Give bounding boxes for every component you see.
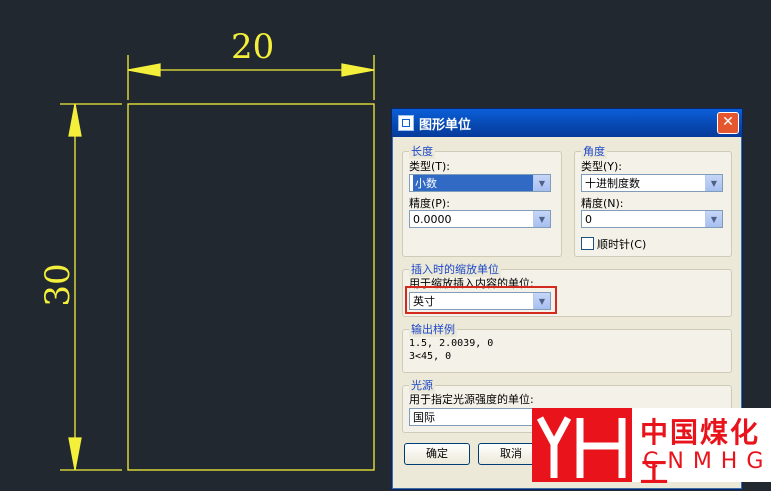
watermark-logo xyxy=(532,408,632,482)
sample-line-1: 1.5, 2.0039, 0 xyxy=(409,338,494,349)
angle-precision-select[interactable]: 0 ▼ xyxy=(581,210,723,228)
angle-type-select[interactable]: 十进制度数 ▼ xyxy=(581,174,723,192)
angle-precision-value: 0 xyxy=(585,212,592,226)
arrow-left xyxy=(127,63,161,77)
length-precision-label: 精度(P): xyxy=(409,197,450,210)
arrow-down xyxy=(68,437,82,471)
clockwise-label[interactable]: 顺时针(C) xyxy=(597,236,646,252)
angle-type-label: 类型(Y): xyxy=(581,160,623,173)
close-button[interactable]: ✕ xyxy=(717,112,739,134)
length-type-value: 小数 xyxy=(413,175,533,191)
length-precision-select[interactable]: 0.0000 ▼ xyxy=(409,210,551,228)
dialog-title: 图形单位 xyxy=(419,117,472,133)
chevron-down-icon[interactable]: ▼ xyxy=(533,211,550,227)
length-precision-value: 0.0000 xyxy=(413,212,452,226)
angle-group: 角度 类型(Y): 十进制度数 ▼ 精度(N): 0 ▼ 顺时针(C) xyxy=(574,143,732,257)
lighting-select[interactable]: 国际 ▼ xyxy=(409,408,551,426)
sample-line-2: 3<45, 0 xyxy=(409,351,452,362)
angle-type-value: 十进制度数 xyxy=(585,177,640,190)
length-type-label: 类型(T): xyxy=(409,160,451,173)
chevron-down-icon[interactable]: ▼ xyxy=(705,211,722,227)
length-type-select[interactable]: 小数 ▼ xyxy=(409,174,551,192)
app-icon xyxy=(398,115,414,131)
dialog-titlebar[interactable]: 图形单位 ✕ xyxy=(392,109,742,137)
highlight-box xyxy=(405,286,557,314)
arrow-up xyxy=(68,103,82,137)
length-legend: 长度 xyxy=(409,143,435,159)
length-group: 长度 类型(T): 小数 ▼ 精度(P): 0.0000 ▼ xyxy=(402,143,562,257)
lighting-label: 用于指定光源强度的单位: xyxy=(409,393,534,406)
ok-button[interactable]: 确定 xyxy=(404,443,470,465)
angle-precision-label: 精度(N): xyxy=(581,197,624,210)
chevron-down-icon[interactable]: ▼ xyxy=(705,175,722,191)
sample-output-group: 输出样例 1.5, 2.0039, 0 3<45, 0 xyxy=(402,321,732,373)
arrow-right xyxy=(341,63,375,77)
sample-output-legend: 输出样例 xyxy=(409,321,457,337)
watermark-en-text: CNMHG xyxy=(643,449,771,474)
chevron-down-icon[interactable]: ▼ xyxy=(533,175,550,191)
height-dimension-text: 30 xyxy=(38,263,78,307)
clockwise-checkbox[interactable] xyxy=(581,237,594,250)
angle-legend: 角度 xyxy=(581,143,607,159)
width-dimension-text: 20 xyxy=(231,27,275,67)
lighting-value: 国际 xyxy=(413,411,435,424)
drawn-rectangle xyxy=(127,103,375,471)
